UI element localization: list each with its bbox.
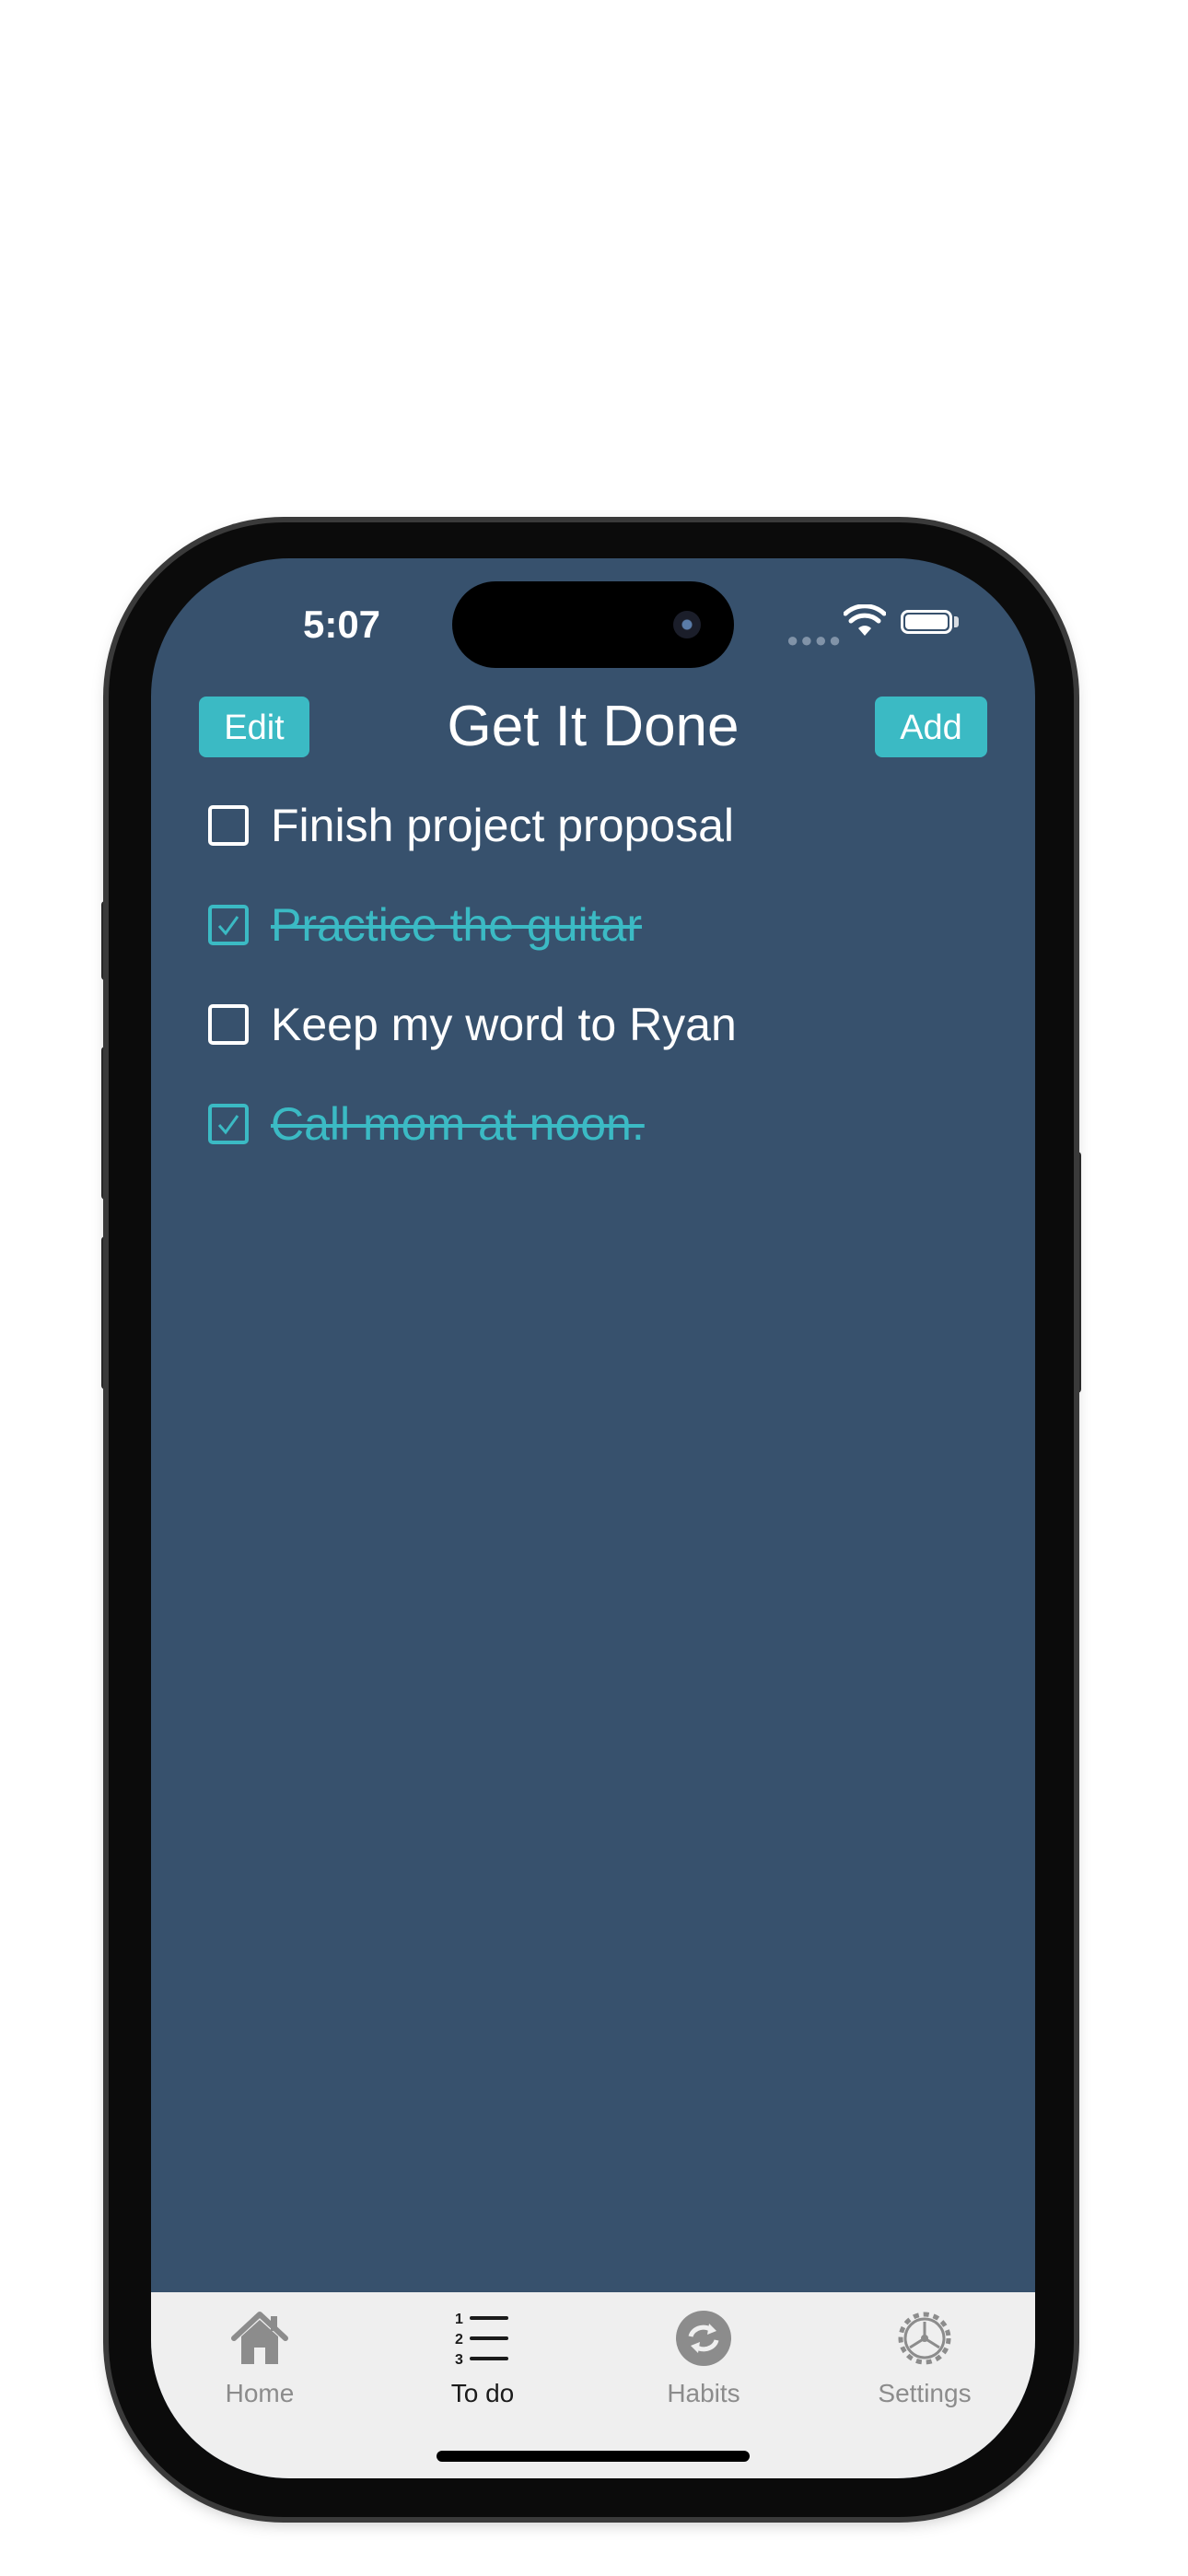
battery-full-icon bbox=[901, 610, 952, 634]
todo-text: Keep my word to Ryan bbox=[271, 999, 737, 1050]
svg-text:2: 2 bbox=[455, 2332, 463, 2348]
checkmark-icon bbox=[217, 916, 239, 936]
battery-cap bbox=[954, 616, 959, 627]
svg-text:1: 1 bbox=[455, 2312, 463, 2327]
todo-checkbox-checked[interactable] bbox=[208, 1104, 249, 1144]
house-icon bbox=[231, 2312, 288, 2364]
dynamic-island bbox=[452, 581, 734, 668]
todo-row[interactable]: Practice the guitar bbox=[208, 890, 982, 964]
tab-home[interactable]: Home bbox=[168, 2307, 352, 2418]
todo-checkbox-checked[interactable] bbox=[208, 905, 249, 945]
todo-text-completed: Practice the guitar bbox=[271, 899, 642, 951]
edit-button[interactable]: Edit bbox=[199, 697, 309, 757]
tab-habits[interactable]: Habits bbox=[611, 2307, 796, 2418]
camera-icon bbox=[673, 611, 701, 638]
cellular-dots-icon: ●●●● bbox=[786, 628, 844, 651]
tab-label: Habits bbox=[667, 2379, 740, 2407]
device-stage: 5:07 ●●●● Edit Get It Done Add Finish pr… bbox=[0, 0, 1188, 2576]
tab-settings[interactable]: Settings bbox=[833, 2307, 1017, 2418]
todo-row[interactable]: Keep my word to Ryan bbox=[208, 989, 982, 1063]
wifi-icon bbox=[844, 604, 886, 636]
tab-todo[interactable]: 1 2 3 To do bbox=[390, 2307, 575, 2418]
todo-row[interactable]: Call mom at noon. bbox=[208, 1089, 982, 1163]
tab-label: Home bbox=[225, 2379, 295, 2407]
todo-text-completed: Call mom at noon. bbox=[271, 1098, 645, 1150]
gear-icon bbox=[898, 2312, 951, 2365]
todo-text: Finish project proposal bbox=[271, 800, 735, 851]
tab-label: To do bbox=[450, 2379, 515, 2407]
add-button[interactable]: Add bbox=[875, 697, 987, 757]
page-title: Get It Done bbox=[447, 695, 740, 758]
app-screen: 5:07 ●●●● Edit Get It Done Add Finish pr… bbox=[151, 558, 1035, 2478]
todo-checkbox-unchecked[interactable] bbox=[208, 1004, 249, 1045]
status-time: 5:07 bbox=[302, 603, 381, 646]
svg-text:3: 3 bbox=[455, 2352, 463, 2368]
todo-row[interactable]: Finish project proposal bbox=[208, 790, 982, 864]
repeat-icon bbox=[676, 2311, 731, 2366]
todo-checkbox-unchecked[interactable] bbox=[208, 805, 249, 846]
tab-label: Settings bbox=[878, 2379, 972, 2407]
checkmark-icon bbox=[217, 1115, 239, 1135]
numbered-list-icon: 1 2 3 bbox=[455, 2312, 508, 2368]
home-indicator[interactable] bbox=[437, 2451, 750, 2462]
